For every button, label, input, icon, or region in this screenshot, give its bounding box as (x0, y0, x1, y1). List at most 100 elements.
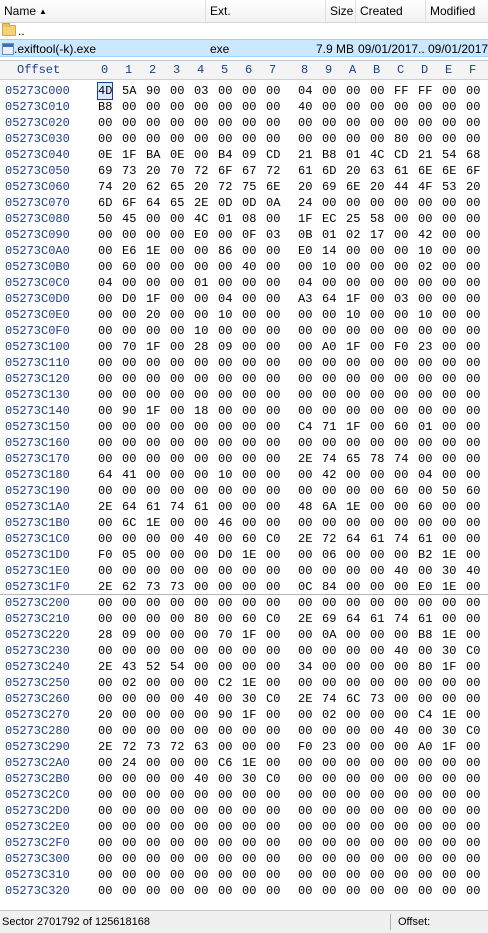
hex-byte[interactable]: 00 (146, 435, 160, 451)
hex-byte[interactable]: 00 (370, 355, 384, 371)
hex-byte[interactable]: 6E (442, 163, 456, 179)
hex-byte[interactable]: 00 (122, 387, 136, 403)
hex-byte[interactable]: 00 (194, 419, 208, 435)
hex-byte[interactable]: 00 (218, 787, 232, 803)
hex-row[interactable]: 05273C2D0 00 00 00 00 00 00 00 00 00 00 00 00 00 00 00 0… (0, 803, 488, 819)
hex-byte[interactable]: 00 (266, 835, 280, 851)
hex-byte[interactable]: 01 (418, 419, 432, 435)
hex-byte[interactable]: 00 (218, 835, 232, 851)
hex-byte[interactable]: 10 (194, 323, 208, 339)
hex-byte[interactable]: 00 (370, 675, 384, 691)
hex-byte[interactable]: 21 (418, 147, 432, 163)
hex-byte[interactable]: 03 (394, 291, 408, 307)
hex-row[interactable]: 05273C0A0 00 E6 1E 00 00 86 00 00 E0 14 00 00 00 10 00 0… (0, 243, 488, 259)
hex-byte[interactable]: 10 (218, 307, 232, 323)
hex-byte[interactable]: 00 (98, 691, 112, 707)
hex-row[interactable]: 05273C120 00 00 00 00 00 00 00 00 00 00 00 00 00 00 00 0… (0, 371, 488, 387)
hex-byte[interactable]: 01 (322, 227, 336, 243)
hex-byte[interactable]: 00 (346, 867, 360, 883)
hex-row[interactable]: 05273C130 00 00 00 00 00 00 00 00 00 00 00 00 00 00 00 0… (0, 387, 488, 403)
hex-byte[interactable]: 00 (146, 563, 160, 579)
hex-byte[interactable]: 00 (370, 723, 384, 739)
hex-byte[interactable]: 00 (298, 403, 312, 419)
hex-byte[interactable]: 73 (146, 579, 160, 595)
hex-byte[interactable]: 72 (194, 163, 208, 179)
hex-byte[interactable]: 00 (194, 99, 208, 115)
hex-byte[interactable]: 00 (218, 259, 232, 275)
hex-byte[interactable]: 2E (298, 451, 312, 467)
hex-byte[interactable]: B8 (322, 147, 336, 163)
hex-byte[interactable]: 00 (170, 883, 184, 899)
hex-byte[interactable]: 6A (322, 499, 336, 515)
hex-byte[interactable]: 00 (442, 211, 456, 227)
hex-byte[interactable]: 00 (442, 755, 456, 771)
hex-byte[interactable]: 00 (442, 83, 456, 99)
hex-byte[interactable]: 00 (346, 675, 360, 691)
hex-byte[interactable]: 74 (322, 691, 336, 707)
hex-byte[interactable]: 1F (146, 403, 160, 419)
hex-byte[interactable]: 00 (322, 803, 336, 819)
hex-byte[interactable]: 00 (346, 275, 360, 291)
hex-byte[interactable]: 00 (370, 627, 384, 643)
hex-byte[interactable]: 00 (266, 867, 280, 883)
hex-byte[interactable]: 00 (466, 387, 480, 403)
hex-byte[interactable]: 00 (242, 595, 256, 611)
hex-byte[interactable]: 00 (194, 147, 208, 163)
hex-byte[interactable]: 00 (418, 211, 432, 227)
hex-byte[interactable]: 00 (146, 723, 160, 739)
hex-byte[interactable]: 30 (242, 691, 256, 707)
hex-byte[interactable]: 00 (370, 643, 384, 659)
hex-byte[interactable]: 00 (346, 355, 360, 371)
hex-byte[interactable]: 21 (298, 147, 312, 163)
hex-byte[interactable]: 00 (298, 115, 312, 131)
hex-byte[interactable]: 00 (394, 115, 408, 131)
hex-byte[interactable]: 00 (346, 851, 360, 867)
hex-byte[interactable]: 6C (346, 691, 360, 707)
hex-byte[interactable]: 0E (98, 147, 112, 163)
hex-byte[interactable]: 00 (394, 243, 408, 259)
hex-byte[interactable]: 00 (170, 771, 184, 787)
hex-byte[interactable]: 00 (194, 355, 208, 371)
hex-byte[interactable]: 00 (266, 291, 280, 307)
hex-byte[interactable]: 00 (466, 307, 480, 323)
hex-byte[interactable]: 00 (442, 99, 456, 115)
hex-byte[interactable]: 20 (466, 179, 480, 195)
hex-byte[interactable]: 00 (266, 275, 280, 291)
hex-byte[interactable]: D0 (122, 291, 136, 307)
hex-byte[interactable]: 00 (466, 659, 480, 675)
hex-byte[interactable]: 00 (194, 595, 208, 611)
hex-byte[interactable]: 40 (298, 99, 312, 115)
hex-row[interactable]: 05273C060 74 20 62 65 20 72 75 6E 20 69 6E 20 44 4F 53 2… (0, 179, 488, 195)
hex-byte[interactable]: 0A (266, 195, 280, 211)
hex-byte[interactable]: 00 (346, 515, 360, 531)
hex-byte[interactable]: 00 (466, 499, 480, 515)
hex-byte[interactable]: 00 (322, 115, 336, 131)
hex-byte[interactable]: 00 (194, 435, 208, 451)
hex-byte[interactable]: 23 (322, 739, 336, 755)
hex-byte[interactable]: 00 (370, 707, 384, 723)
hex-byte[interactable]: 00 (266, 483, 280, 499)
hex-byte[interactable]: 00 (242, 483, 256, 499)
hex-byte[interactable]: 00 (466, 467, 480, 483)
hex-row[interactable]: 05273C2B0 00 00 00 00 40 00 30 C0 00 00 00 00 00 00 00 0… (0, 771, 488, 787)
hex-byte[interactable]: 00 (370, 851, 384, 867)
hex-byte[interactable]: 00 (146, 691, 160, 707)
hex-byte[interactable]: 10 (322, 259, 336, 275)
hex-byte[interactable]: 64 (146, 195, 160, 211)
hex-byte[interactable]: 00 (266, 403, 280, 419)
hex-byte[interactable]: 00 (346, 723, 360, 739)
hex-byte[interactable]: 61 (194, 499, 208, 515)
hex-byte[interactable]: 00 (442, 371, 456, 387)
hex-byte[interactable]: 10 (418, 307, 432, 323)
hex-row[interactable]: 05273C200 00 00 00 00 00 00 00 00 00 00 00 00 00 00 00 0… (0, 595, 488, 611)
hex-byte[interactable]: 1E (442, 627, 456, 643)
hex-byte[interactable]: 74 (394, 531, 408, 547)
hex-byte[interactable]: 84 (322, 579, 336, 595)
hex-byte[interactable]: 24 (298, 195, 312, 211)
hex-byte[interactable]: 00 (466, 451, 480, 467)
hex-byte[interactable]: 00 (370, 595, 384, 611)
hex-byte[interactable]: 40 (194, 531, 208, 547)
hex-byte[interactable]: 00 (298, 723, 312, 739)
hex-byte[interactable]: 0C (298, 579, 312, 595)
hex-byte[interactable]: 61 (298, 163, 312, 179)
